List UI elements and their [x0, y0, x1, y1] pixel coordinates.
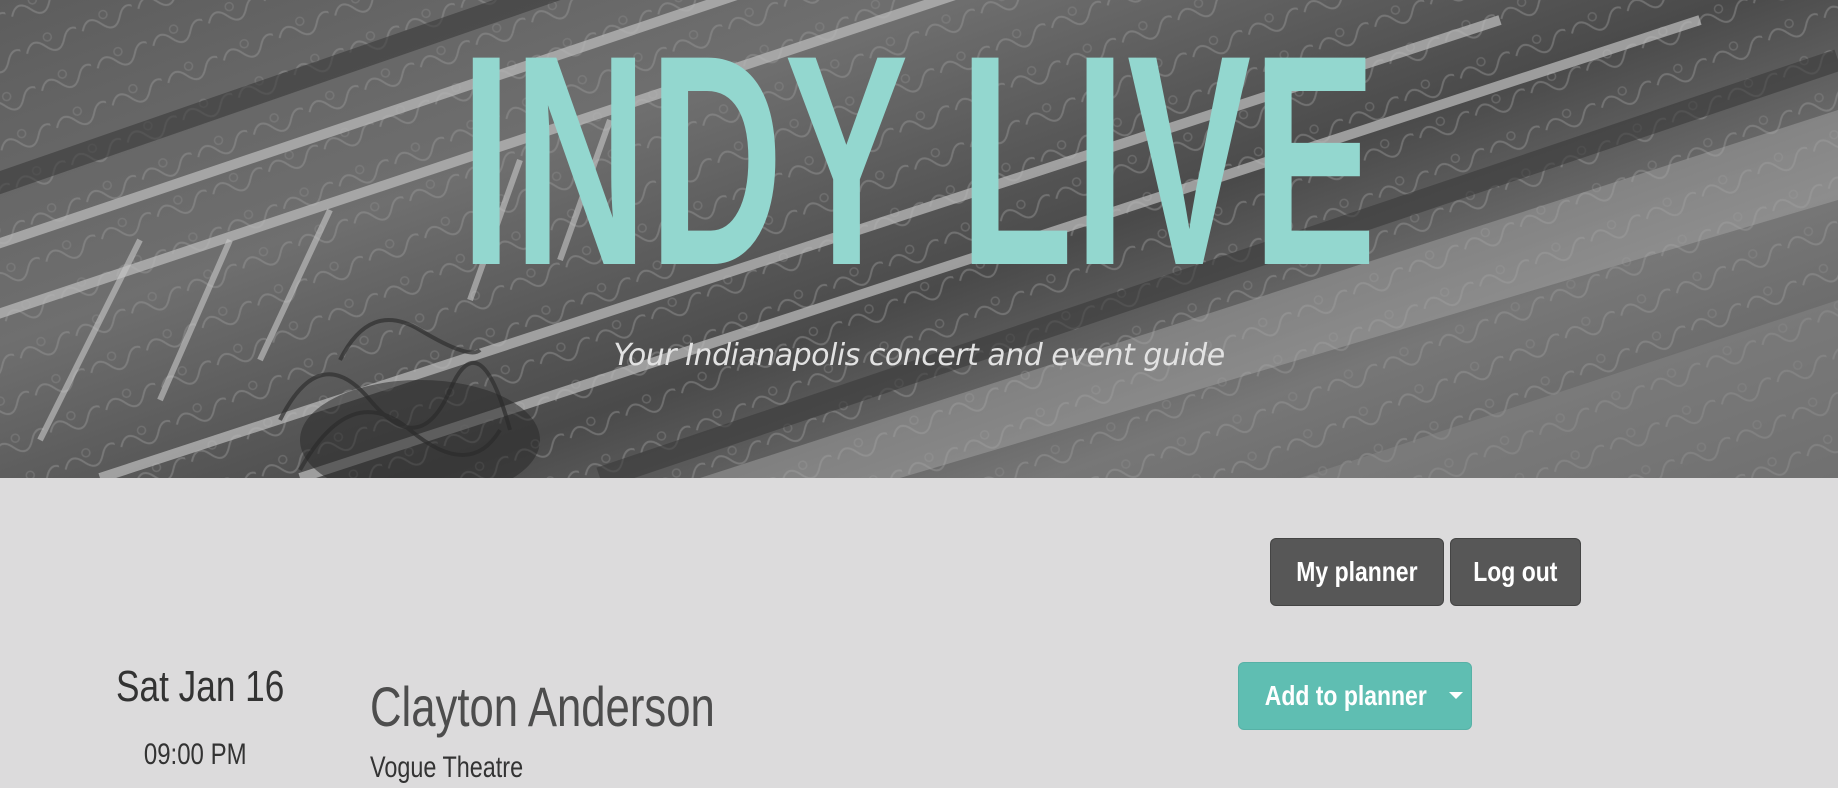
log-out-label: Log out — [1473, 556, 1558, 587]
my-planner-button[interactable]: My planner — [1270, 538, 1444, 606]
caret-down-icon — [1448, 692, 1463, 700]
my-planner-label: My planner — [1296, 556, 1418, 587]
event-time-text: 09:00 PM — [143, 738, 247, 771]
event-date-text: Sat Jan 16 — [116, 662, 285, 711]
event-time: 09:00 PM — [95, 735, 295, 775]
event-venue: Vogue Theatre — [370, 751, 524, 784]
site-title: INDY LIVE — [460, 0, 1378, 328]
site-tagline: Your Indianapolis concert and event guid… — [613, 338, 1225, 373]
event-title: Clayton Anderson — [370, 675, 715, 738]
log-out-button[interactable]: Log out — [1450, 538, 1581, 606]
add-to-planner-label: Add to planner — [1265, 680, 1428, 711]
event-date: Sat Jan 16 — [95, 660, 295, 714]
hero-banner: INDY LIVE Your Indianapolis concert and … — [0, 0, 1838, 478]
add-to-planner-button[interactable]: Add to planner — [1238, 662, 1472, 730]
